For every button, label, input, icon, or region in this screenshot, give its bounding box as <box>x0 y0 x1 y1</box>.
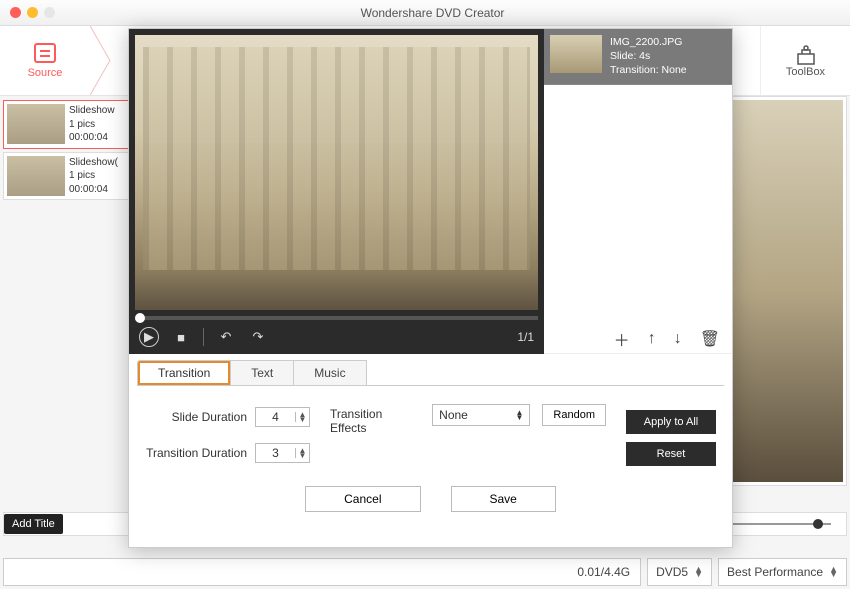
random-button[interactable]: Random <box>542 404 606 426</box>
thumbnail <box>7 104 65 144</box>
slideshow-editor-modal: ▶ ■ ↶ ↷ 1/1 IMG_2200.JPG Slide: 4s Trans… <box>128 28 733 548</box>
slideshow-list: Slideshow 1 pics 00:00:04 Slideshow( 1 p… <box>3 100 133 203</box>
clip-slide: Slide: 4s <box>610 49 687 63</box>
play-icon[interactable]: ▶ <box>139 327 159 347</box>
size-indicator: 0.01/4.4G <box>3 558 641 586</box>
modal-footer: Cancel Save <box>129 474 732 524</box>
preview-image <box>135 35 538 310</box>
item-name: Slideshow <box>69 104 115 118</box>
nav-toolbox[interactable]: ToolBox <box>760 26 850 95</box>
list-item[interactable]: Slideshow 1 pics 00:00:04 <box>3 100 133 149</box>
disc-type-select[interactable]: DVD5▲▼ <box>647 558 712 586</box>
clip-list: IMG_2200.JPG Slide: 4s Transition: None … <box>544 29 732 354</box>
updown-icon: ▲▼ <box>516 410 524 420</box>
nav-toolbox-label: ToolBox <box>786 66 825 78</box>
move-down-icon[interactable]: ↓ <box>674 330 682 348</box>
add-title-button[interactable]: Add Title <box>4 514 63 534</box>
clip-name: IMG_2200.JPG <box>610 35 687 49</box>
tab-bar: Transition Text Music <box>137 360 724 385</box>
clip-operations: ＋ ↑ ↓ 🗑 <box>544 324 732 354</box>
thumbnail <box>7 156 65 196</box>
transition-effects-label: Transition Effects <box>330 404 420 435</box>
reset-button[interactable]: Reset <box>626 442 716 466</box>
cancel-button[interactable]: Cancel <box>305 486 420 512</box>
item-name: Slideshow( <box>69 156 118 170</box>
stop-icon[interactable]: ■ <box>171 327 191 347</box>
player-controls: ▶ ■ ↶ ↷ 1/1 <box>135 320 538 354</box>
move-up-icon[interactable]: ↑ <box>648 330 656 348</box>
nav-source-label: Source <box>28 67 63 79</box>
transition-duration-label: Transition Duration <box>145 446 255 460</box>
nav-source[interactable]: Source <box>0 26 90 95</box>
breadcrumb-arrow <box>90 26 112 95</box>
toolbox-icon <box>794 44 818 66</box>
add-icon[interactable]: ＋ <box>614 327 630 351</box>
item-pics: 1 pics <box>69 169 118 183</box>
transition-panel: Slide Duration 4 ▲▼ Transition Duration … <box>129 386 732 474</box>
item-pics: 1 pics <box>69 118 115 132</box>
slide-duration-label: Slide Duration <box>145 410 255 424</box>
updown-icon: ▲▼ <box>295 412 309 422</box>
list-item[interactable]: Slideshow( 1 pics 00:00:04 <box>3 152 133 201</box>
titlebar: Wondershare DVD Creator <box>0 0 850 26</box>
tab-music[interactable]: Music <box>294 360 366 385</box>
thumbnail <box>550 35 602 73</box>
preview-pane: ▶ ■ ↶ ↷ 1/1 <box>129 29 544 354</box>
clip-transition: Transition: None <box>610 63 687 77</box>
updown-icon: ▲▼ <box>295 448 309 458</box>
quality-select[interactable]: Best Performance▲▼ <box>718 558 847 586</box>
source-icon <box>34 43 56 63</box>
tab-text[interactable]: Text <box>231 360 294 385</box>
app-title: Wondershare DVD Creator <box>15 6 850 20</box>
zoom-slider[interactable] <box>721 523 831 525</box>
item-dur: 00:00:04 <box>69 183 118 197</box>
scrubber[interactable] <box>135 316 538 320</box>
updown-icon: ▲▼ <box>694 567 703 578</box>
save-button[interactable]: Save <box>451 486 556 512</box>
apply-all-button[interactable]: Apply to All <box>626 410 716 434</box>
bottom-bar: 0.01/4.4G DVD5▲▼ Best Performance▲▼ <box>3 558 847 586</box>
transition-duration-stepper[interactable]: 3 ▲▼ <box>255 443 310 463</box>
page-indicator: 1/1 <box>517 330 534 344</box>
tab-transition[interactable]: Transition <box>137 360 231 385</box>
slide-duration-stepper[interactable]: 4 ▲▼ <box>255 407 310 427</box>
transition-effects-select[interactable]: None ▲▼ <box>432 404 530 426</box>
item-dur: 00:00:04 <box>69 131 115 145</box>
rotate-left-icon[interactable]: ↶ <box>216 327 236 347</box>
delete-icon[interactable]: 🗑 <box>700 329 720 349</box>
rotate-right-icon[interactable]: ↷ <box>248 327 268 347</box>
clip-item[interactable]: IMG_2200.JPG Slide: 4s Transition: None <box>544 29 732 85</box>
updown-icon: ▲▼ <box>829 567 838 578</box>
